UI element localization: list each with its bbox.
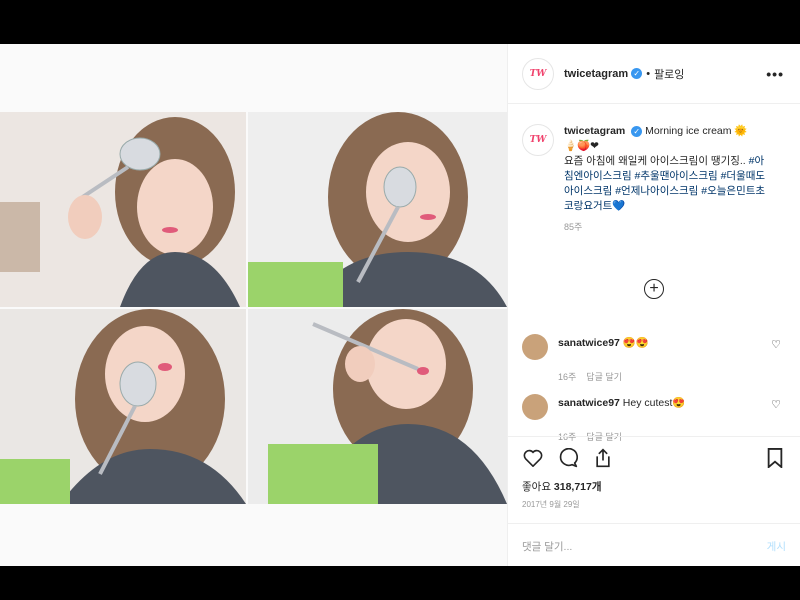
comment-input[interactable]: 댓글 달기...	[522, 539, 572, 554]
add-comment-bar: 댓글 달기... 게시	[508, 523, 800, 568]
like-comment-heart-icon[interactable]: ♡	[771, 338, 781, 351]
comment-text: 😍😍	[622, 337, 649, 349]
commenter-avatar[interactable]	[522, 394, 548, 420]
like-comment-heart-icon[interactable]: ♡	[771, 398, 781, 411]
photo-top-right	[248, 112, 507, 307]
comment: sanatwice97 😍😍 16주 답글 달기 ♡	[522, 334, 787, 383]
caption-end-emoji: 💙	[612, 200, 626, 212]
account-avatar[interactable]: TW	[522, 57, 554, 90]
verified-badge-icon: ✓	[631, 125, 643, 137]
account-username[interactable]: twicetagram	[564, 68, 628, 80]
post-sidebar: TW twicetagram ✓ • 팔로잉 ••• TW twicetagra…	[507, 44, 800, 566]
bookmark-icon[interactable]	[764, 447, 786, 469]
photo-bottom-left	[0, 309, 246, 504]
comment-bubble-icon[interactable]	[557, 447, 579, 469]
likes-label: 좋아요	[522, 481, 551, 493]
twice-logo: TW	[529, 68, 547, 79]
more-options-icon[interactable]: •••	[766, 66, 784, 82]
verified-badge-icon: ✓	[631, 68, 643, 79]
post-comment-button[interactable]: 게시	[767, 539, 786, 554]
post-date: 2017년 9월 29일	[522, 500, 580, 509]
likes-number: 318,717개	[553, 481, 602, 493]
caption: TW twicetagram ✓ Morning ice cream 🌞 🍦🍑❤…	[522, 124, 772, 235]
photo-bottom-right	[248, 309, 507, 504]
following-button[interactable]: 팔로잉	[654, 66, 684, 82]
caption-title: Morning ice cream	[645, 125, 732, 137]
photo-collage	[0, 112, 507, 504]
caption-avatar[interactable]: TW	[522, 124, 554, 156]
likes-count[interactable]: 좋아요 318,717개	[522, 479, 602, 494]
instagram-post: TW twicetagram ✓ • 팔로잉 ••• TW twicetagra…	[0, 44, 800, 566]
load-more-comments-icon[interactable]: +	[644, 279, 664, 299]
caption-emoji-line: 🍦🍑❤	[564, 140, 599, 152]
twice-logo: TW	[529, 135, 547, 145]
post-actions: 좋아요 318,717개 2017년 9월 29일 댓글 달기... 게시	[508, 436, 800, 567]
comment-age: 16주	[558, 372, 577, 382]
post-header: TW twicetagram ✓ • 팔로잉 •••	[508, 44, 800, 104]
caption-username[interactable]: twicetagram	[564, 125, 625, 137]
caption-age: 85주	[564, 222, 583, 232]
comment-username[interactable]: sanatwice97	[558, 397, 620, 409]
comment-username[interactable]: sanatwice97	[558, 337, 620, 349]
post-media[interactable]	[0, 44, 507, 566]
caption-sun-emoji: 🌞	[734, 125, 748, 137]
caption-body: twicetagram ✓ Morning ice cream 🌞 🍦🍑❤ 요즘…	[564, 124, 772, 235]
photo-top-left	[0, 112, 246, 307]
commenter-avatar[interactable]	[522, 334, 548, 360]
separator-dot: •	[646, 67, 651, 80]
caption-text: 요즘 아침에 왜일케 아이스크림이 땡기징..	[564, 155, 746, 167]
comment-text: Hey cutest😍	[622, 397, 686, 409]
reply-button[interactable]: 답글 달기	[586, 372, 622, 382]
like-heart-icon[interactable]	[522, 447, 544, 469]
share-upload-icon[interactable]	[592, 447, 614, 469]
